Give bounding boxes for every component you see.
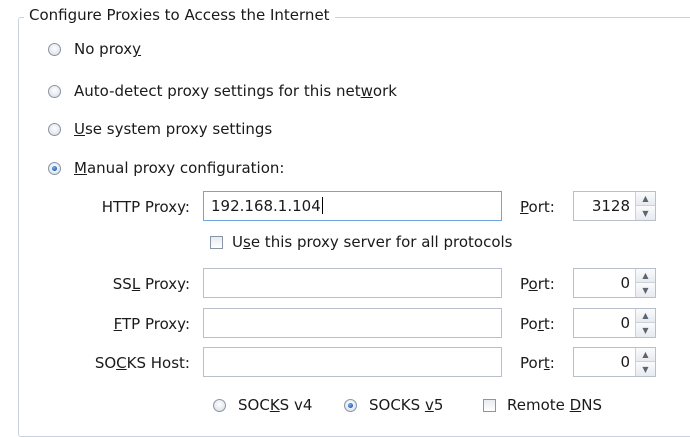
radio-manual-proxy-label: Manual proxy configuration:	[74, 159, 285, 177]
radio-no-proxy-label: No proxy	[74, 40, 142, 58]
spin-buttons: ▲ ▼	[635, 309, 655, 337]
socks-v5-label: SOCKS v5	[369, 396, 444, 414]
ftp-port-value: 0	[620, 314, 630, 332]
ssl-port-value: 0	[620, 274, 630, 292]
radio-socks-v5[interactable]: SOCKS v5	[344, 394, 443, 416]
ftp-proxy-input[interactable]	[203, 308, 502, 338]
radio-system-proxy-label: Use system proxy settings	[74, 120, 273, 138]
spin-up-icon[interactable]: ▲	[636, 192, 655, 206]
radio-socks-v4[interactable]: SOCKS v4	[213, 394, 312, 416]
radio-indicator[interactable]	[48, 122, 61, 136]
http-port-spinbox[interactable]: 3128 ▲ ▼	[573, 191, 656, 221]
spin-buttons: ▲ ▼	[635, 192, 655, 220]
radio-manual-proxy[interactable]: Manual proxy configuration:	[48, 157, 284, 179]
use-for-all-checkbox[interactable]	[210, 235, 223, 249]
spin-down-icon[interactable]: ▼	[636, 362, 655, 376]
socks-port-spinbox[interactable]: 0 ▲ ▼	[573, 347, 656, 377]
radio-indicator[interactable]	[48, 42, 61, 56]
radio-indicator[interactable]	[213, 398, 226, 412]
radio-indicator-selected[interactable]	[344, 398, 357, 412]
ftp-proxy-label: FTP Proxy:	[113, 315, 190, 333]
ssl-port-label: Port:	[520, 275, 555, 293]
remote-dns-checkbox[interactable]	[483, 398, 496, 412]
group-title: Configure Proxies to Access the Internet	[24, 6, 335, 24]
spin-buttons: ▲ ▼	[635, 348, 655, 376]
remote-dns-label: Remote DNS	[507, 396, 602, 414]
http-port-value: 3128	[591, 197, 630, 215]
ftp-port-label: Port:	[520, 315, 555, 333]
radio-indicator[interactable]	[48, 84, 61, 98]
http-proxy-label: HTTP Proxy:	[101, 198, 190, 216]
ssl-proxy-label: SSL Proxy:	[112, 275, 190, 293]
spin-up-icon[interactable]: ▲	[636, 269, 655, 283]
http-port-label: Port:	[520, 198, 555, 216]
remote-dns-checkbox-row[interactable]: Remote DNS	[483, 394, 602, 416]
ssl-port-spinbox[interactable]: 0 ▲ ▼	[573, 268, 656, 298]
text-caret	[321, 197, 323, 214]
spin-buttons: ▲ ▼	[635, 269, 655, 297]
radio-auto-detect[interactable]: Auto-detect proxy settings for this netw…	[48, 80, 397, 102]
socks-v4-label: SOCKS v4	[238, 396, 313, 414]
socks-host-label: SOCKS Host:	[94, 354, 190, 372]
spin-down-icon[interactable]: ▼	[636, 323, 655, 337]
spin-down-icon[interactable]: ▼	[636, 283, 655, 297]
socks-port-value: 0	[620, 353, 630, 371]
ftp-port-spinbox[interactable]: 0 ▲ ▼	[573, 308, 656, 338]
socks-host-input[interactable]	[203, 347, 502, 377]
ssl-proxy-input[interactable]	[203, 268, 502, 298]
http-proxy-input[interactable]: 192.168.1.104	[203, 191, 502, 221]
radio-no-proxy[interactable]: No proxy	[48, 38, 141, 60]
radio-auto-detect-label: Auto-detect proxy settings for this netw…	[74, 82, 397, 100]
spin-up-icon[interactable]: ▲	[636, 309, 655, 323]
use-for-all-label: Use this proxy server for all protocols	[232, 233, 513, 251]
use-for-all-checkbox-row[interactable]: Use this proxy server for all protocols	[210, 231, 513, 253]
radio-system-proxy[interactable]: Use system proxy settings	[48, 118, 272, 140]
socks-port-label: Port:	[520, 354, 555, 372]
spin-up-icon[interactable]: ▲	[636, 348, 655, 362]
radio-indicator-selected[interactable]	[48, 161, 61, 175]
spin-down-icon[interactable]: ▼	[636, 206, 655, 220]
